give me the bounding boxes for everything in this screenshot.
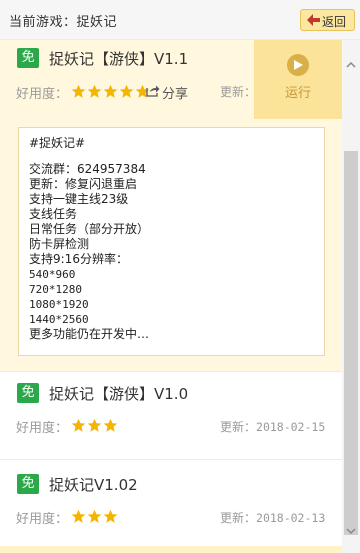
script-item-1[interactable]: 免 捉妖记【游侠】V1.1 好用度： 分享 更新： 运行 #捉妖记# 交流群：6… <box>0 40 342 372</box>
next-item-peek <box>0 546 342 553</box>
update-label: 更新：2018-02-15 <box>220 418 325 435</box>
description-line: 防卡屏检测 <box>29 237 90 251</box>
back-button-label: 返回 <box>322 15 347 29</box>
star-icon <box>71 509 86 523</box>
description-line: 1440*2560 <box>29 313 89 326</box>
play-icon <box>287 54 309 76</box>
description-line: 540*960 <box>29 268 76 281</box>
description-line: 支线任务 <box>29 207 78 221</box>
description-line: 日常任务（部分开放） <box>29 222 150 236</box>
scroll-up-button[interactable] <box>342 56 360 74</box>
star-icon <box>103 509 118 523</box>
rating-stars <box>71 418 119 433</box>
script-list: 免 捉妖记【游侠】V1.1 好用度： 分享 更新： 运行 #捉妖记# 交流群：6… <box>0 40 342 553</box>
update-date: 2018-02-13 <box>256 511 326 525</box>
description-line: 1080*1920 <box>29 298 89 311</box>
script-item-3[interactable]: 免 捉妖记V1.02 好用度： 更新：2018-02-13 <box>0 460 342 548</box>
update-label: 更新： <box>220 83 256 100</box>
star-icon <box>103 84 118 98</box>
description-line: 支持一键主线23级 <box>29 192 129 206</box>
star-icon <box>87 418 102 432</box>
chevron-up-icon <box>346 61 356 68</box>
run-label: 运行 <box>285 86 312 101</box>
share-label: 分享 <box>162 87 189 102</box>
free-badge: 免 <box>17 383 39 403</box>
star-icon <box>87 509 102 523</box>
script-item-2[interactable]: 免 捉妖记【游侠】V1.0 好用度： 更新：2018-02-15 <box>0 372 342 460</box>
star-icon <box>119 84 134 98</box>
update-prefix: 更新： <box>220 420 257 434</box>
header-bar: 当前游戏：捉妖记 返回 <box>0 0 360 40</box>
run-button[interactable]: 运行 <box>254 40 342 119</box>
free-badge: 免 <box>17 474 39 494</box>
description-line: 更新：修复闪退重启 <box>29 177 138 191</box>
star-icon <box>103 418 118 432</box>
rating-stars <box>71 509 119 524</box>
rating-stars <box>71 84 151 99</box>
star-icon <box>87 84 102 98</box>
script-description: #捉妖记# 交流群：624957384 更新：修复闪退重启 支持一键主线23级 支线任务… <box>18 127 325 356</box>
scroll-thumb[interactable] <box>344 151 358 535</box>
rating-label: 好用度： <box>16 421 69 436</box>
star-icon <box>71 418 86 432</box>
script-title: 捉妖记V1.02 <box>49 476 138 494</box>
back-button[interactable]: 返回 <box>300 9 355 31</box>
description-line: #捉妖记# <box>29 136 86 150</box>
description-line <box>29 151 314 162</box>
description-line: 更多功能仍在开发中… <box>29 327 150 341</box>
description-line: 720*1280 <box>29 283 82 296</box>
update-date: 2018-02-15 <box>256 420 326 434</box>
chevron-down-icon <box>346 528 356 535</box>
app-window: 当前游戏：捉妖记 返回 免 捉妖记【游侠】V1.1 好用度： 分享 更新： 运行… <box>0 0 360 553</box>
update-label: 更新：2018-02-13 <box>220 509 325 526</box>
update-prefix: 更新： <box>220 85 257 99</box>
script-title: 捉妖记【游侠】V1.1 <box>49 50 189 68</box>
current-game-title: 当前游戏：捉妖记 <box>9 15 118 30</box>
update-prefix: 更新： <box>220 511 257 525</box>
script-title: 捉妖记【游侠】V1.0 <box>49 385 189 403</box>
vertical-scrollbar[interactable] <box>342 40 360 553</box>
share-icon <box>146 85 160 97</box>
description-line: 支持9:16分辨率： <box>29 252 128 266</box>
description-line: 交流群：624957384 <box>29 162 146 176</box>
rating-label: 好用度： <box>16 512 69 527</box>
scroll-down-button[interactable] <box>342 523 360 541</box>
star-icon <box>71 84 86 98</box>
back-arrow-icon <box>307 14 320 26</box>
free-badge: 免 <box>17 48 39 68</box>
rating-label: 好用度： <box>16 87 69 102</box>
